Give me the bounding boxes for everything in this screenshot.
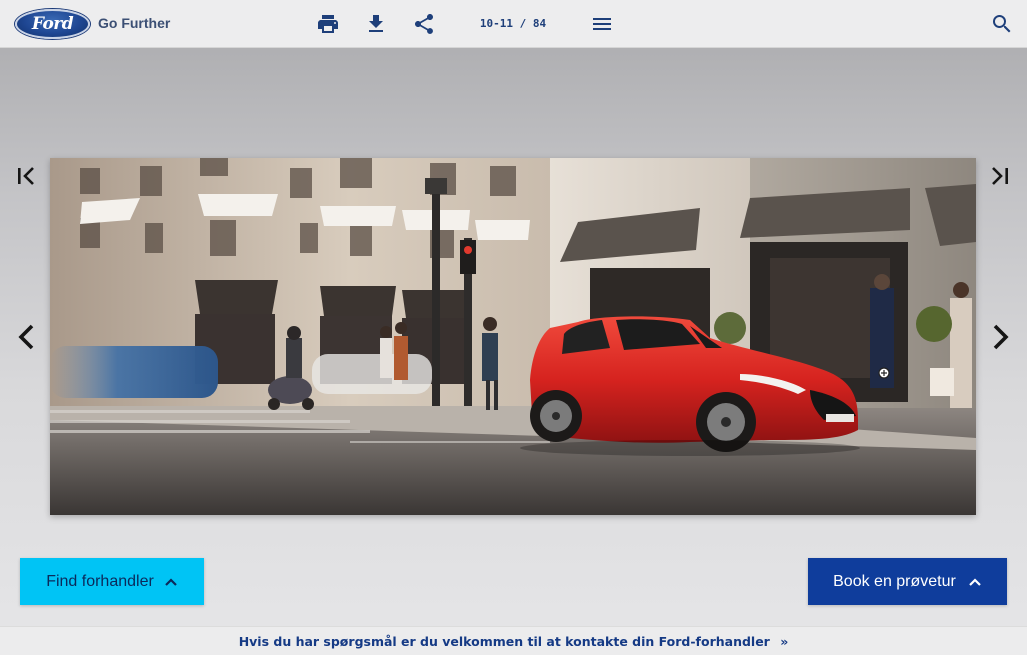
double-chevron-right-icon: » (780, 633, 789, 649)
menu-icon[interactable] (590, 12, 614, 36)
zoom-in-icon (878, 367, 890, 379)
contact-text: Hvis du har spørgsmål er du velkommen ti… (238, 633, 770, 649)
logo-text: Ford (31, 14, 74, 34)
tagline: Go Further (98, 15, 171, 31)
chevron-up-icon (165, 577, 177, 586)
next-page-icon[interactable] (986, 323, 1014, 351)
find-dealer-button[interactable]: Find forhandler (20, 558, 204, 605)
top-bar: Ford Go Further 10-11 / 84 (0, 0, 1027, 48)
first-page-icon[interactable] (13, 162, 41, 190)
car-photo (50, 158, 976, 515)
book-test-drive-label: Book en prøvetur (833, 572, 956, 590)
page-indicator: 10-11 / 84 (479, 17, 547, 30)
find-dealer-label: Find forhandler (46, 572, 154, 590)
previous-page-icon[interactable] (13, 323, 41, 351)
share-icon[interactable] (412, 12, 436, 36)
contact-dealer-link[interactable]: Hvis du har spørgsmål er du velkommen ti… (239, 634, 789, 649)
chevron-up-icon (969, 577, 981, 586)
last-page-icon[interactable] (985, 162, 1013, 190)
search-icon[interactable] (990, 12, 1014, 36)
download-icon[interactable] (364, 12, 388, 36)
print-icon[interactable] (316, 12, 340, 36)
brochure-spread[interactable] (50, 158, 976, 515)
book-test-drive-button[interactable]: Book en prøvetur (808, 558, 1007, 605)
ford-logo[interactable]: Ford (15, 9, 90, 39)
footer-bar: Hvis du har spørgsmål er du velkommen ti… (0, 626, 1027, 655)
